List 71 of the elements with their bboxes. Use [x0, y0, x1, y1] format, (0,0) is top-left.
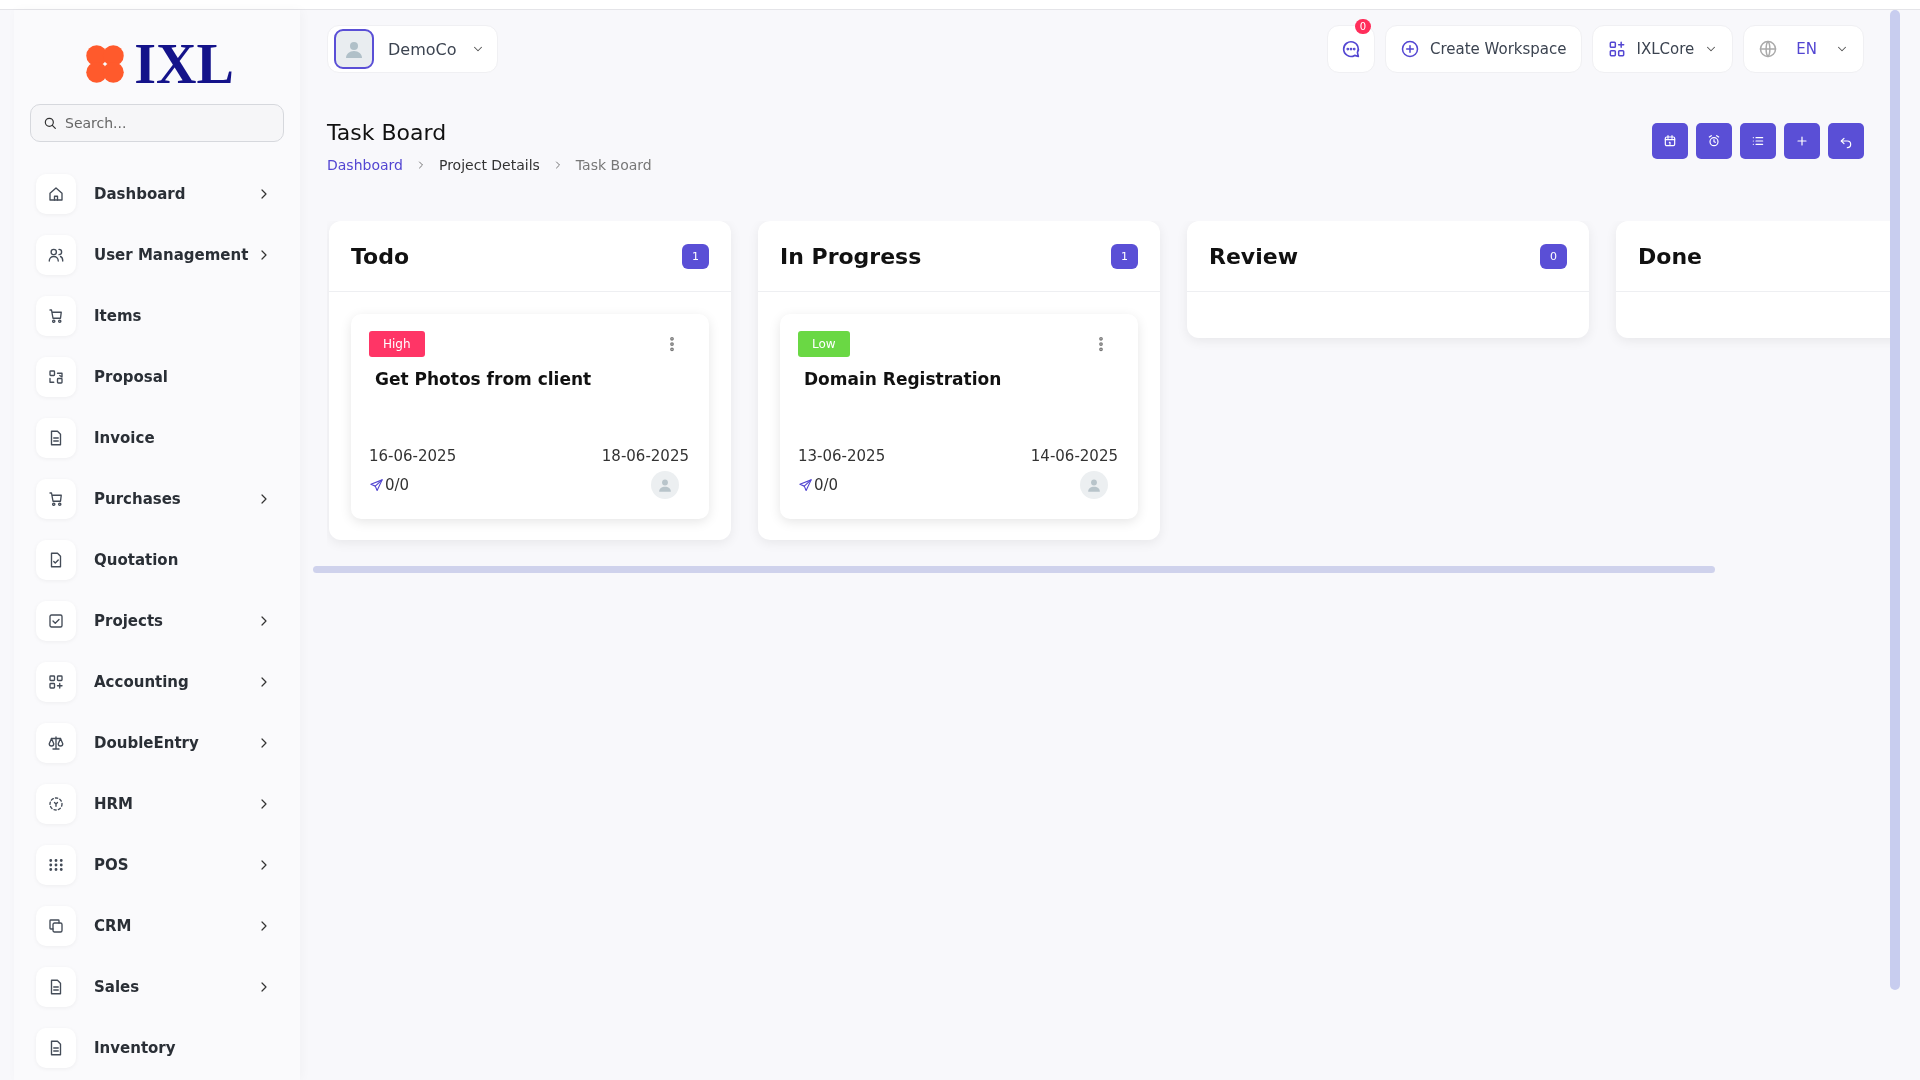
- copy-icon: [47, 917, 65, 935]
- plus-circle-icon: [1399, 39, 1420, 59]
- breadcrumb-link[interactable]: Dashboard: [327, 157, 403, 173]
- count-badge: 0: [1540, 243, 1567, 269]
- task-card[interactable]: Low Domain Registration 13-06-2025 14-06-2025 0/0: [780, 314, 1138, 519]
- sidebar-item[interactable]: DoubleEntry: [30, 723, 284, 763]
- sidebar-item[interactable]: Purchases: [30, 479, 284, 519]
- paper-plane-icon: [798, 477, 813, 493]
- calendar-button[interactable]: [1652, 123, 1688, 159]
- sidebar-item[interactable]: Projects: [30, 601, 284, 641]
- due-date: 14-06-2025: [1030, 447, 1118, 465]
- column-title: In Progress: [780, 243, 922, 269]
- paper-plane-icon: [369, 477, 384, 493]
- back-button[interactable]: [1828, 123, 1864, 159]
- globe-icon: [1758, 39, 1779, 59]
- task-title: Get Photos from client: [375, 369, 593, 391]
- task-card[interactable]: High Get Photos from client 16-06-2025 18-06-2025 0/0: [351, 314, 709, 519]
- sidebar-item[interactable]: HRM: [30, 784, 284, 824]
- add-button[interactable]: [1784, 123, 1820, 159]
- progress-count: 0/0: [814, 476, 839, 494]
- sidebar-item[interactable]: Sales: [30, 967, 284, 1007]
- logo: IXL: [30, 36, 284, 92]
- start-date: 16-06-2025: [369, 447, 457, 465]
- task-title: Domain Registration: [804, 369, 1003, 391]
- progress-count: 0/0: [385, 476, 410, 494]
- dots-grid-icon: [47, 856, 65, 874]
- breadcrumb-item: Task Board: [575, 157, 652, 173]
- avatar-icon: [334, 29, 374, 69]
- scrollbar[interactable]: [313, 566, 1715, 573]
- sidebar-item[interactable]: Items: [30, 296, 284, 336]
- sidebar-item[interactable]: Quotation: [30, 540, 284, 580]
- workspace-select[interactable]: IXLCore: [1591, 25, 1734, 73]
- cart-icon: [47, 490, 65, 508]
- avatar-icon: [651, 471, 679, 499]
- avatar-icon: [1080, 471, 1108, 499]
- language-select[interactable]: EN: [1743, 25, 1864, 73]
- home-icon: [47, 185, 65, 203]
- alarm-clock-button[interactable]: [1696, 123, 1732, 159]
- calendar-icon: [1662, 133, 1678, 149]
- column-title: Todo: [351, 243, 410, 269]
- cart-icon: [47, 307, 65, 325]
- sidebar-item[interactable]: Inventory: [30, 1028, 284, 1068]
- breadcrumb-item: Project Details: [438, 157, 540, 173]
- alarm-clock-icon: [1706, 133, 1722, 149]
- search-field[interactable]: Search...: [30, 104, 284, 142]
- due-date: 18-06-2025: [601, 447, 689, 465]
- count-badge: 1: [1111, 243, 1138, 269]
- start-date: 13-06-2025: [798, 447, 886, 465]
- dashed-circle-icon: [47, 795, 65, 813]
- create-workspace-button[interactable]: Create Workspace: [1384, 25, 1582, 73]
- sidebar-item[interactable]: POS: [30, 845, 284, 885]
- column-title: Done: [1638, 243, 1702, 269]
- swap-icon: [47, 368, 65, 386]
- scrollbar[interactable]: [1890, 10, 1900, 990]
- sidebar-item[interactable]: CRM: [30, 906, 284, 946]
- users-icon: [47, 246, 65, 264]
- checkbox-icon: [47, 612, 65, 630]
- scale-icon: [47, 734, 65, 752]
- priority-tag: Low: [798, 331, 850, 357]
- column-title: Review: [1209, 243, 1298, 269]
- sidebar-item[interactable]: Invoice: [30, 418, 284, 458]
- sidebar-item[interactable]: User Management: [30, 235, 284, 275]
- priority-tag: High: [369, 331, 425, 357]
- list-button[interactable]: [1740, 123, 1776, 159]
- page-title: Task Board: [327, 120, 448, 145]
- sidebar-item[interactable]: Dashboard: [30, 174, 284, 214]
- grid-plus-icon: [47, 673, 65, 691]
- sidebar-item[interactable]: Accounting: [30, 662, 284, 702]
- company-select[interactable]: DemoCo: [327, 25, 498, 73]
- count-badge: 1: [682, 243, 709, 269]
- sidebar-item[interactable]: Proposal: [30, 357, 284, 397]
